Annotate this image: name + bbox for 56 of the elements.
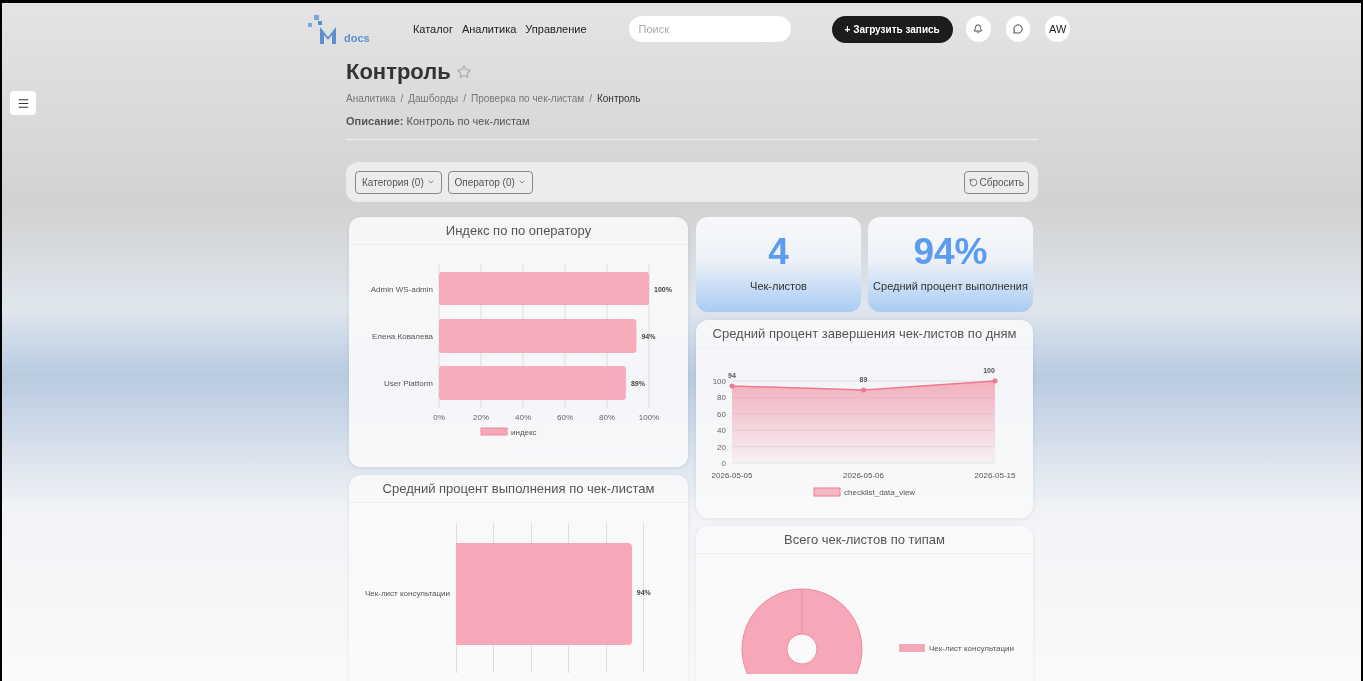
axis-tick-label: 2026-05-15 (974, 471, 1016, 480)
chart-title: Средний процент выполнения по чек-листам (349, 475, 688, 503)
breadcrumb-separator: / (589, 93, 592, 104)
chat-icon (1012, 24, 1023, 34)
description: Описание: Контроль по чек-листам (346, 115, 1038, 140)
axis-tick-label: 2026-05-06 (843, 471, 884, 480)
star-icon[interactable] (456, 65, 471, 79)
legend-swatch (480, 427, 508, 436)
nav-link[interactable]: Каталог (412, 23, 453, 35)
axis-tick-label: 40 (717, 426, 726, 436)
kpi-label: Средний процент выполнения (873, 280, 1028, 292)
current-page-label: Контроль (596, 93, 641, 104)
reset-button[interactable]: Сбросить (963, 170, 1029, 194)
filter-dropdown[interactable]: Оператор (0) (447, 170, 533, 194)
category-label: Чек-лист консультации (364, 589, 451, 598)
axis-tick-label: 80% (599, 413, 615, 422)
nav-link[interactable]: Аналитика (461, 23, 517, 35)
chart-title: Индекс по по оператору (349, 217, 688, 245)
search-field[interactable]: Поиск (628, 16, 791, 42)
avatar[interactable]: AW (1045, 16, 1070, 42)
upload-button[interactable]: + Загрузить запись (831, 15, 953, 43)
axis-tick-label: 0 (721, 459, 726, 468)
category-label: User Platform (384, 379, 433, 388)
axis-tick-label: 20 (717, 442, 726, 452)
breadcrumb-separator: / (400, 93, 404, 104)
legend-label: Чек-лист консультации (929, 644, 1014, 653)
axis-tick-label: 100 (712, 377, 726, 386)
page-title: Контроль (346, 59, 451, 85)
chart-title: Средний процент завершения чек-листов по дням (696, 320, 1033, 348)
axis-tick-label: 0% (433, 413, 445, 422)
nav-link[interactable]: Управление (525, 23, 587, 35)
axis-tick-label: 80 (717, 393, 726, 403)
menu-button[interactable] (10, 91, 36, 115)
category-label: Елена Ковалева (372, 332, 433, 341)
menu-icon (16, 96, 30, 110)
kpi-value: 4 (768, 231, 789, 273)
chat-button[interactable] (1005, 16, 1031, 42)
legend-label: индекс (511, 428, 537, 437)
notifications-button[interactable] (965, 16, 991, 42)
category-label: Admin WS-admin (370, 284, 433, 294)
breadcrumb-separator: / (463, 93, 467, 104)
legend-label: checklist_data_view (844, 488, 916, 497)
axis-tick-label: 60 (717, 409, 726, 419)
axis-tick-label: 2026-05-05 (711, 471, 753, 480)
axis-tick-label: 60% (557, 413, 573, 422)
reset-icon (968, 177, 978, 187)
filter-dropdown[interactable]: Категория (0) (355, 170, 442, 194)
kpi-value: 94% (913, 231, 988, 273)
axis-tick-label: 100% (638, 413, 660, 422)
logo-text: docs (344, 32, 370, 44)
legend-swatch (813, 487, 841, 497)
axis-tick-label: 20% (473, 413, 489, 422)
chart-title: Всего чек-листов по типам (696, 526, 1033, 554)
kpi-label: Чек-листов (750, 280, 807, 292)
bell-icon (973, 24, 984, 34)
axis-tick-label: 40% (515, 413, 531, 422)
